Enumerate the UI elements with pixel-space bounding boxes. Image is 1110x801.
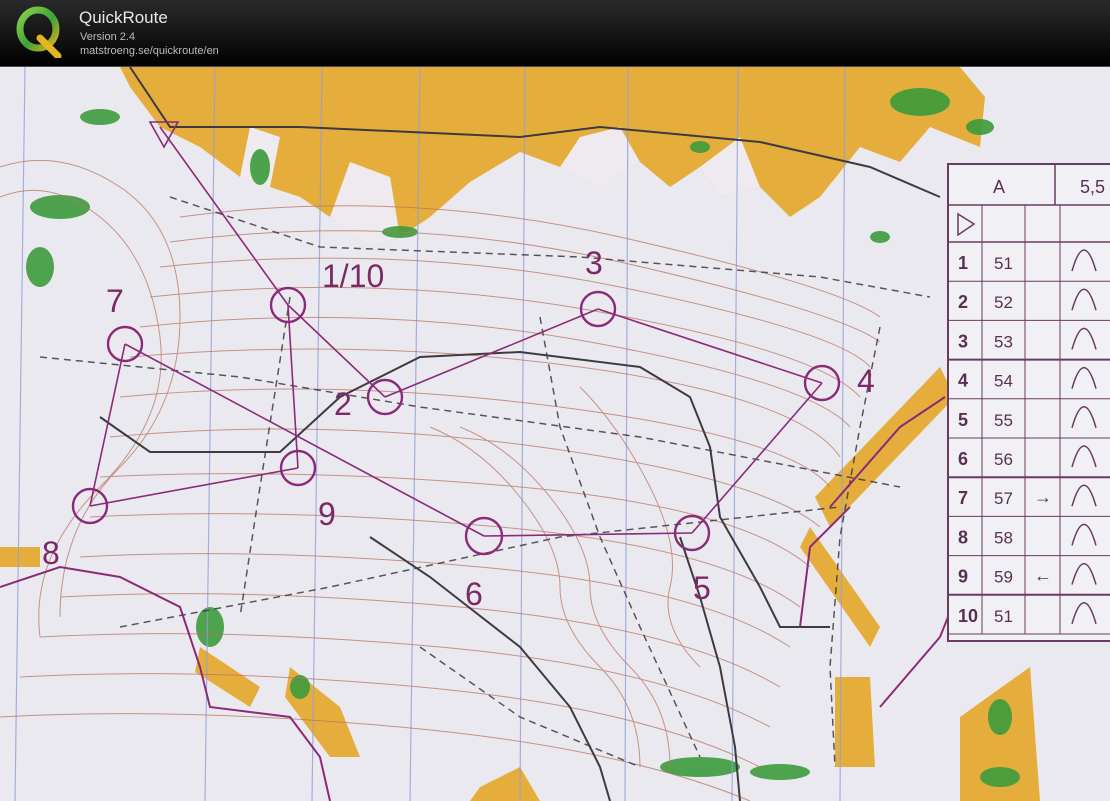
description-row-number: 4 <box>958 371 968 391</box>
description-row-direction: ← <box>1034 566 1052 586</box>
control-number-3: 3 <box>585 245 603 281</box>
description-row-number: 5 <box>958 410 968 430</box>
description-row-number: 3 <box>958 331 968 351</box>
app-version: Version 2.4 <box>80 31 136 43</box>
description-row-code: 55 <box>994 411 1013 430</box>
description-row-code: 54 <box>994 372 1013 391</box>
description-row-number: 10 <box>958 606 978 626</box>
description-row-number: 2 <box>958 292 968 312</box>
quickroute-logo-icon <box>16 6 62 58</box>
orienteering-map: 1/10 2 3 4 5 6 7 8 9 A 5,5 1 51 2 52 3 53 4 54 5… <box>0 67 1110 801</box>
control-number-2: 2 <box>334 386 352 422</box>
description-row-code: 51 <box>994 254 1013 273</box>
description-row-number: 8 <box>958 527 968 547</box>
control-number-9: 9 <box>318 496 336 532</box>
control-number-5: 5 <box>693 570 711 606</box>
description-row-code: 57 <box>994 489 1013 508</box>
description-row-code: 52 <box>994 293 1013 312</box>
description-row-direction: → <box>1034 487 1052 507</box>
description-course-name: A <box>993 177 1005 197</box>
description-row-code: 59 <box>994 568 1013 587</box>
description-course-length: 5,5 <box>1080 177 1105 197</box>
description-row-number: 9 <box>958 567 968 587</box>
map-view[interactable]: 1/10 2 3 4 5 6 7 8 9 A 5,5 1 51 2 52 3 53 4 54 5… <box>0 67 1110 801</box>
control-number-8: 8 <box>42 535 60 571</box>
description-row-code: 58 <box>994 528 1013 547</box>
app-title: QuickRoute <box>79 8 168 27</box>
control-number-6: 6 <box>465 576 483 612</box>
control-number-4: 4 <box>857 363 875 399</box>
description-row-code: 51 <box>994 607 1013 626</box>
description-row-code: 53 <box>994 332 1013 351</box>
control-description-sheet: A 5,5 1 512 523 534 545 556 567 57 →8 589 59 ←10 51 <box>947 163 1110 642</box>
description-row-number: 6 <box>958 449 968 469</box>
app-url[interactable]: matstroeng.se/quickroute/en <box>80 45 219 57</box>
control-number-1-10: 1/10 <box>322 258 384 294</box>
description-row-number: 7 <box>958 488 968 508</box>
control-number-7: 7 <box>106 283 124 319</box>
description-row-code: 56 <box>994 450 1013 469</box>
app-header: QuickRoute Version 2.4 matstroeng.se/qui… <box>0 0 1110 67</box>
description-row-number: 1 <box>958 253 968 273</box>
